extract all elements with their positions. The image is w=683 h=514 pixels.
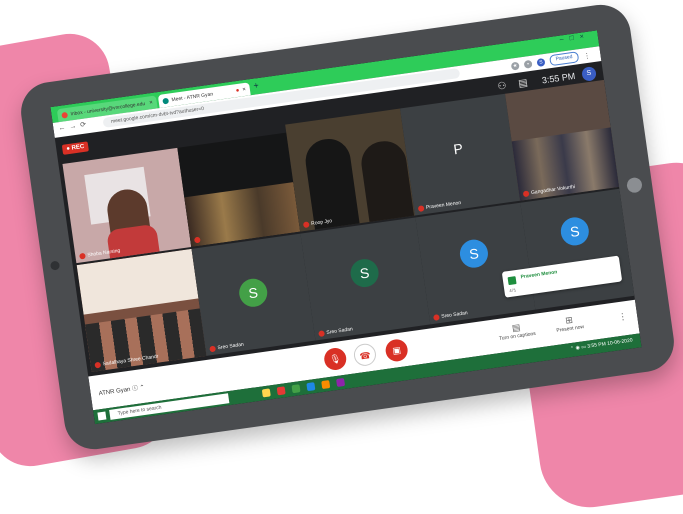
app-icon[interactable] [306, 382, 316, 392]
participant-name-text: Sreo Sadan [440, 310, 468, 320]
camera-toggle-button[interactable]: ▣ [384, 337, 410, 363]
participant-name-text: Praveen Menon [425, 199, 462, 211]
participant-tile[interactable]: Gangadhar Vokurthi [504, 79, 620, 201]
folder-icon[interactable] [261, 388, 271, 398]
phone-icon: ☎ [358, 350, 372, 362]
captions-button[interactable]: ▤ Turn on captions [497, 320, 537, 342]
participant-tile[interactable]: S Sreo Sadan [191, 233, 316, 356]
mic-off-icon [433, 314, 440, 321]
user-avatar[interactable]: S [581, 65, 597, 82]
mic-off-icon [522, 190, 530, 198]
mic-off-icon [209, 345, 217, 353]
participant-tile[interactable]: Sadalhaya Shree Chandr [76, 248, 207, 373]
avatar-initial: S [247, 284, 259, 302]
participant-tile[interactable] [177, 132, 301, 247]
participant-avatar: P [442, 133, 474, 165]
mic-off-icon [94, 361, 102, 369]
tray-date: 10-06-2020 [606, 337, 633, 347]
menu-dots-icon[interactable]: ⋮ [583, 51, 591, 60]
meeting-title-text: ATNR Gyan [98, 386, 131, 398]
app-icon[interactable] [276, 386, 286, 396]
mic-off-icon [79, 252, 86, 260]
participant-name-text: Sreo Sadan [326, 326, 354, 336]
participant-name: Sreo Sadan [433, 310, 468, 321]
participant-name: Sreo Sadan [209, 342, 244, 353]
extensions-icon[interactable]: ▪ [523, 59, 533, 69]
star-icon[interactable]: ★ [510, 61, 520, 71]
meeting-title[interactable]: ATNR Gyan ⓘ ⌃ [98, 382, 145, 397]
start-icon[interactable] [97, 411, 107, 421]
present-button[interactable]: ⊞ Present now [555, 313, 584, 334]
close-icon[interactable]: × [149, 99, 153, 105]
meet-clock: 3:55 PM [541, 70, 576, 86]
mic-off-icon [193, 236, 201, 244]
app-icon[interactable] [321, 380, 331, 390]
participant-avatar: S [458, 237, 490, 270]
participant-avatar: S [559, 215, 591, 248]
tablet-camera-dot [49, 260, 61, 271]
participant-name: Praveen Menon [417, 199, 462, 212]
participant-name-text: Sreo Sadan [217, 341, 245, 352]
participant-name [193, 236, 203, 244]
leave-call-button[interactable]: ☎ [352, 342, 378, 368]
avatar-initial: S [358, 264, 371, 282]
recording-badge: ● REC [61, 141, 89, 155]
mic-toggle-button[interactable]: 🎙 [322, 346, 348, 372]
mic-off-icon [417, 205, 425, 212]
participant-tile[interactable]: S Sreo Sadan [300, 217, 431, 341]
participant-tile[interactable]: Roop Jyo [285, 108, 416, 232]
meet-icon [162, 97, 170, 104]
toast-participant-name: Praveen Menon [520, 269, 558, 281]
mic-off-icon [318, 330, 325, 338]
tablet-home-button[interactable] [625, 176, 643, 194]
flag-icon [507, 276, 517, 286]
app-icon[interactable] [336, 377, 346, 387]
close-icon[interactable]: × [242, 86, 246, 92]
toast-subtext: 471 [509, 287, 517, 294]
tray-time: 3:55 PM [586, 341, 607, 350]
new-tab-icon[interactable]: + [253, 80, 260, 91]
rec-label: REC [71, 143, 85, 152]
participant-tile[interactable]: Shoba Narsing [62, 147, 192, 264]
participant-avatar: S [348, 257, 381, 289]
participant-tile[interactable]: S Sreo Sadan [415, 202, 536, 325]
participant-tile[interactable]: P Praveen Menon [400, 93, 521, 216]
camera-off-icon: ▣ [391, 344, 402, 356]
window-controls[interactable]: –□× [559, 32, 590, 43]
nav-buttons[interactable]: ←→⟳ [58, 120, 91, 132]
avatar-initial: P [452, 140, 464, 158]
mic-off-icon: 🎙 [328, 353, 342, 365]
more-options-icon[interactable]: ⋮ [617, 311, 627, 323]
participant-name: Shoba Narsing [79, 248, 121, 260]
avatar-initial: S [569, 222, 581, 240]
chrome-icon[interactable] [291, 384, 301, 394]
recording-dot-icon: ● [235, 87, 240, 94]
mic-off-icon [302, 221, 310, 229]
participant-avatar: S [237, 276, 270, 309]
tablet-screen: Inbox - university@vnrcollege.edu × Meet… [50, 30, 642, 425]
avatar-initial: S [468, 245, 480, 263]
participant-name: Sreo Sadan [318, 326, 354, 338]
profile-avatar[interactable]: S [536, 57, 546, 67]
gmail-icon [61, 111, 69, 119]
